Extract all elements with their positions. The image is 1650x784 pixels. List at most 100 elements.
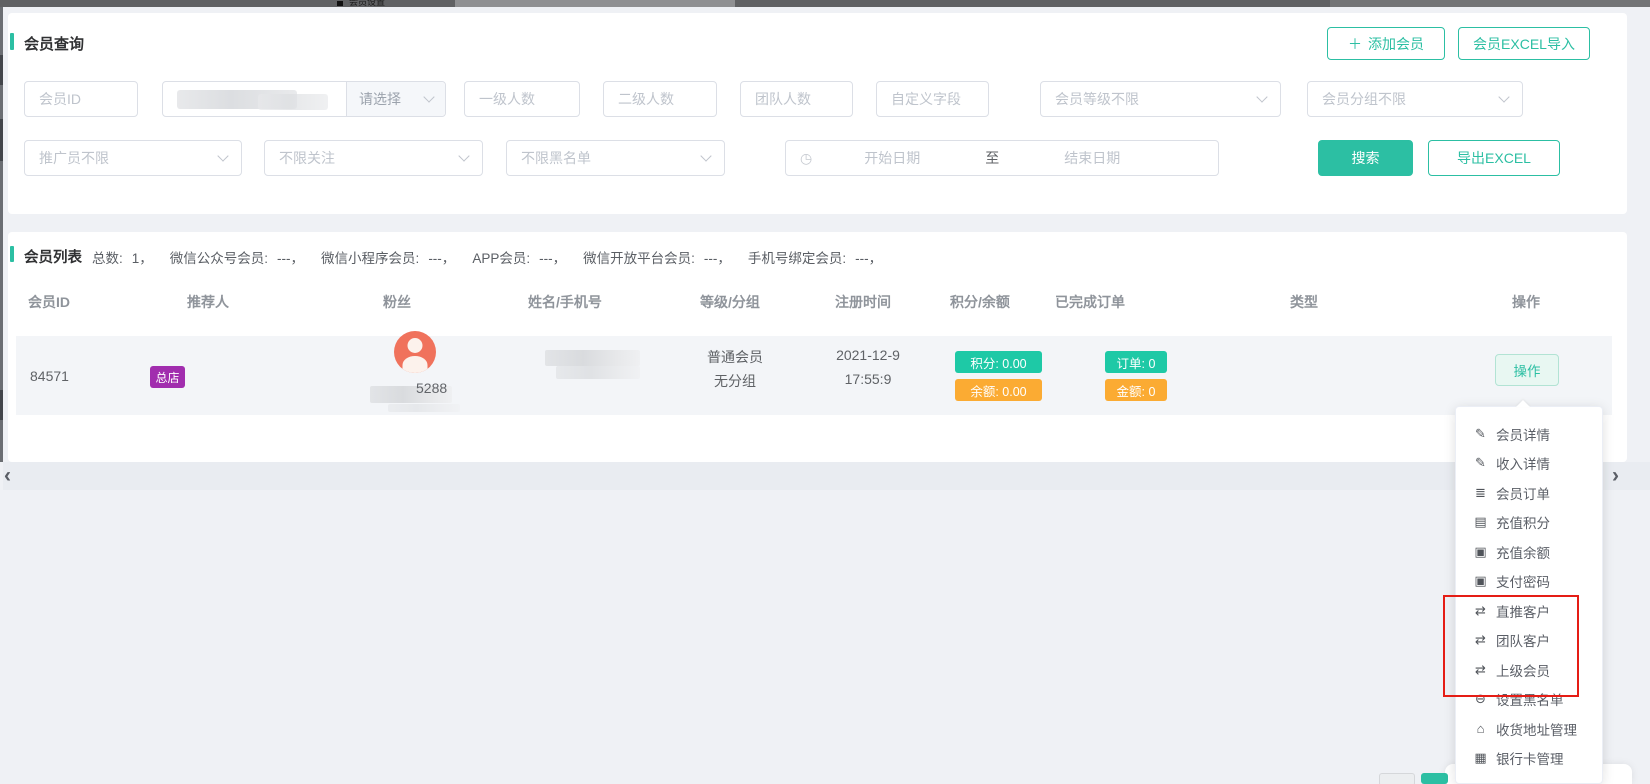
balance-badge: 余额: 0.00 <box>955 379 1042 401</box>
menu-item-label: 收入详情 <box>1496 453 1550 473</box>
chevron-down-icon <box>217 150 228 161</box>
menu-item-label: 会员订单 <box>1496 483 1550 503</box>
amount-badge: 金额: 0 <box>1105 379 1167 401</box>
red-highlight-box <box>1443 595 1579 697</box>
chevron-down-icon <box>1256 91 1267 102</box>
level1-count-input[interactable] <box>464 81 580 117</box>
end-date-placeholder[interactable]: 结束日期 <box>1012 148 1172 168</box>
keyword-input-redacted[interactable] <box>163 82 346 116</box>
fans-number-fragment: 5288 <box>416 380 462 395</box>
menu-item-member-detail[interactable]: ✎ 会员详情 <box>1456 419 1602 449</box>
menu-item-label: 银行卡管理 <box>1496 748 1564 768</box>
team-count-input[interactable] <box>740 81 853 117</box>
edit-icon: ✎ <box>1473 426 1488 442</box>
scroll-right-icon[interactable]: › <box>1612 466 1619 486</box>
member-settings-fragment: 会员设置 <box>349 0 419 7</box>
export-excel-button[interactable]: 导出EXCEL <box>1428 140 1560 176</box>
list-section-title: 会员列表 <box>24 246 82 267</box>
add-member-label: 添加会员 <box>1368 34 1424 54</box>
blacklist-select[interactable]: 不限黑名单 <box>506 140 725 176</box>
row-action-label: 操作 <box>1514 360 1541 380</box>
background-cancel-button-fragment[interactable] <box>1379 773 1415 784</box>
menu-item-label: 充值积分 <box>1496 512 1550 532</box>
follow-select[interactable]: 不限关注 <box>264 140 483 176</box>
top-bar-fragment <box>0 0 1650 7</box>
dropdown-arrow <box>1516 400 1530 407</box>
fans-nickname-redacted <box>388 404 460 412</box>
stat-label: 微信小程序会员: <box>321 251 419 266</box>
stat-label: 手机号绑定会员: <box>748 251 846 266</box>
date-range-picker[interactable]: ◷ 开始日期 至 结束日期 <box>785 140 1219 176</box>
member-level-value: 会员等级不限 <box>1055 89 1139 109</box>
menu-item-payment-password[interactable]: ▣ 支付密码 <box>1456 567 1602 597</box>
stat-value: ---， <box>704 251 731 266</box>
col-header-action: 操作 <box>1512 292 1540 312</box>
menu-item-income-detail[interactable]: ✎ 收入详情 <box>1456 449 1602 479</box>
money-icon: ▣ <box>1473 544 1488 560</box>
add-member-button[interactable]: ＋ 添加会员 <box>1327 27 1445 60</box>
background-confirm-button-fragment[interactable] <box>1421 773 1448 784</box>
excel-import-label: 会员EXCEL导入 <box>1473 34 1575 54</box>
keyword-search-compound: 请选择 <box>162 81 446 117</box>
plus-icon: ＋ <box>1348 34 1362 54</box>
name-phone-redacted <box>556 366 640 379</box>
member-settings-icon <box>337 1 343 6</box>
col-header-referrer: 推荐人 <box>187 292 229 312</box>
stat-value: ---， <box>428 251 455 266</box>
blacklist-value: 不限黑名单 <box>521 148 591 168</box>
section-title-mark <box>10 246 14 262</box>
bankcard-icon: ▦ <box>1473 750 1488 766</box>
top-bar-light-segment <box>1330 0 1650 7</box>
table-row <box>16 336 1612 415</box>
points-badge: 积分: 0.00 <box>955 351 1042 373</box>
avatar <box>394 331 436 373</box>
menu-item-recharge-balance[interactable]: ▣ 充值余额 <box>1456 537 1602 567</box>
col-header-points: 积分/余额 <box>950 292 1010 312</box>
col-header-fans: 粉丝 <box>383 292 411 312</box>
scroll-left-icon[interactable]: ‹ <box>4 466 11 486</box>
col-header-reg-time: 注册时间 <box>835 292 891 312</box>
col-header-orders: 已完成订单 <box>1055 292 1125 312</box>
group-cell: 无分组 <box>685 371 785 391</box>
menu-item-bank-card[interactable]: ▦ 银行卡管理 <box>1456 744 1602 774</box>
referrer-badge: 总店 <box>150 366 185 388</box>
section-title-mark <box>10 33 14 50</box>
start-date-placeholder[interactable]: 开始日期 <box>812 148 972 168</box>
excel-import-button[interactable]: 会员EXCEL导入 <box>1458 27 1590 60</box>
member-level-select[interactable]: 会员等级不限 <box>1040 81 1281 117</box>
search-button[interactable]: 搜索 <box>1318 140 1413 176</box>
chevron-down-icon <box>423 91 434 102</box>
top-bar-light-segment <box>455 0 735 7</box>
member-id-input[interactable] <box>24 81 138 117</box>
stat-value: ---， <box>277 251 304 266</box>
truck-icon: ⌂ <box>1473 721 1488 736</box>
search-type-value: 请选择 <box>359 89 401 109</box>
sidebar-sliver <box>0 7 3 462</box>
card-icon: ▤ <box>1473 514 1488 530</box>
search-type-select[interactable]: 请选择 <box>346 82 445 116</box>
col-header-level-group: 等级/分组 <box>700 292 760 312</box>
chevron-down-icon <box>1498 91 1509 102</box>
export-excel-label: 导出EXCEL <box>1457 148 1531 168</box>
menu-item-label: 充值余额 <box>1496 542 1550 562</box>
stat-label: APP会员: <box>472 251 530 266</box>
promoter-select[interactable]: 推广员不限 <box>24 140 242 176</box>
promoter-value: 推广员不限 <box>39 148 109 168</box>
member-group-select[interactable]: 会员分组不限 <box>1307 81 1523 117</box>
register-date-cell: 2021-12-9 <box>820 347 916 363</box>
row-action-button[interactable]: 操作 <box>1495 354 1559 386</box>
search-button-label: 搜索 <box>1352 148 1380 168</box>
stat-label: 微信开放平台会员: <box>583 251 695 266</box>
menu-item-member-orders[interactable]: ≣ 会员订单 <box>1456 478 1602 508</box>
query-section-title: 会员查询 <box>24 33 84 54</box>
name-phone-redacted <box>545 350 640 366</box>
stat-label: 总数: <box>92 251 123 266</box>
level2-count-input[interactable] <box>603 81 717 117</box>
level-cell: 普通会员 <box>685 347 785 367</box>
custom-field-input[interactable] <box>876 81 989 117</box>
menu-item-shipping-address[interactable]: ⌂ 收货地址管理 <box>1456 714 1602 744</box>
member-stats-row: 总数:1， 微信公众号会员:---， 微信小程序会员:---， APP会员:--… <box>92 247 882 267</box>
menu-item-recharge-points[interactable]: ▤ 充值积分 <box>1456 508 1602 538</box>
member-id-cell: 84571 <box>30 368 69 384</box>
member-group-value: 会员分组不限 <box>1322 89 1406 109</box>
